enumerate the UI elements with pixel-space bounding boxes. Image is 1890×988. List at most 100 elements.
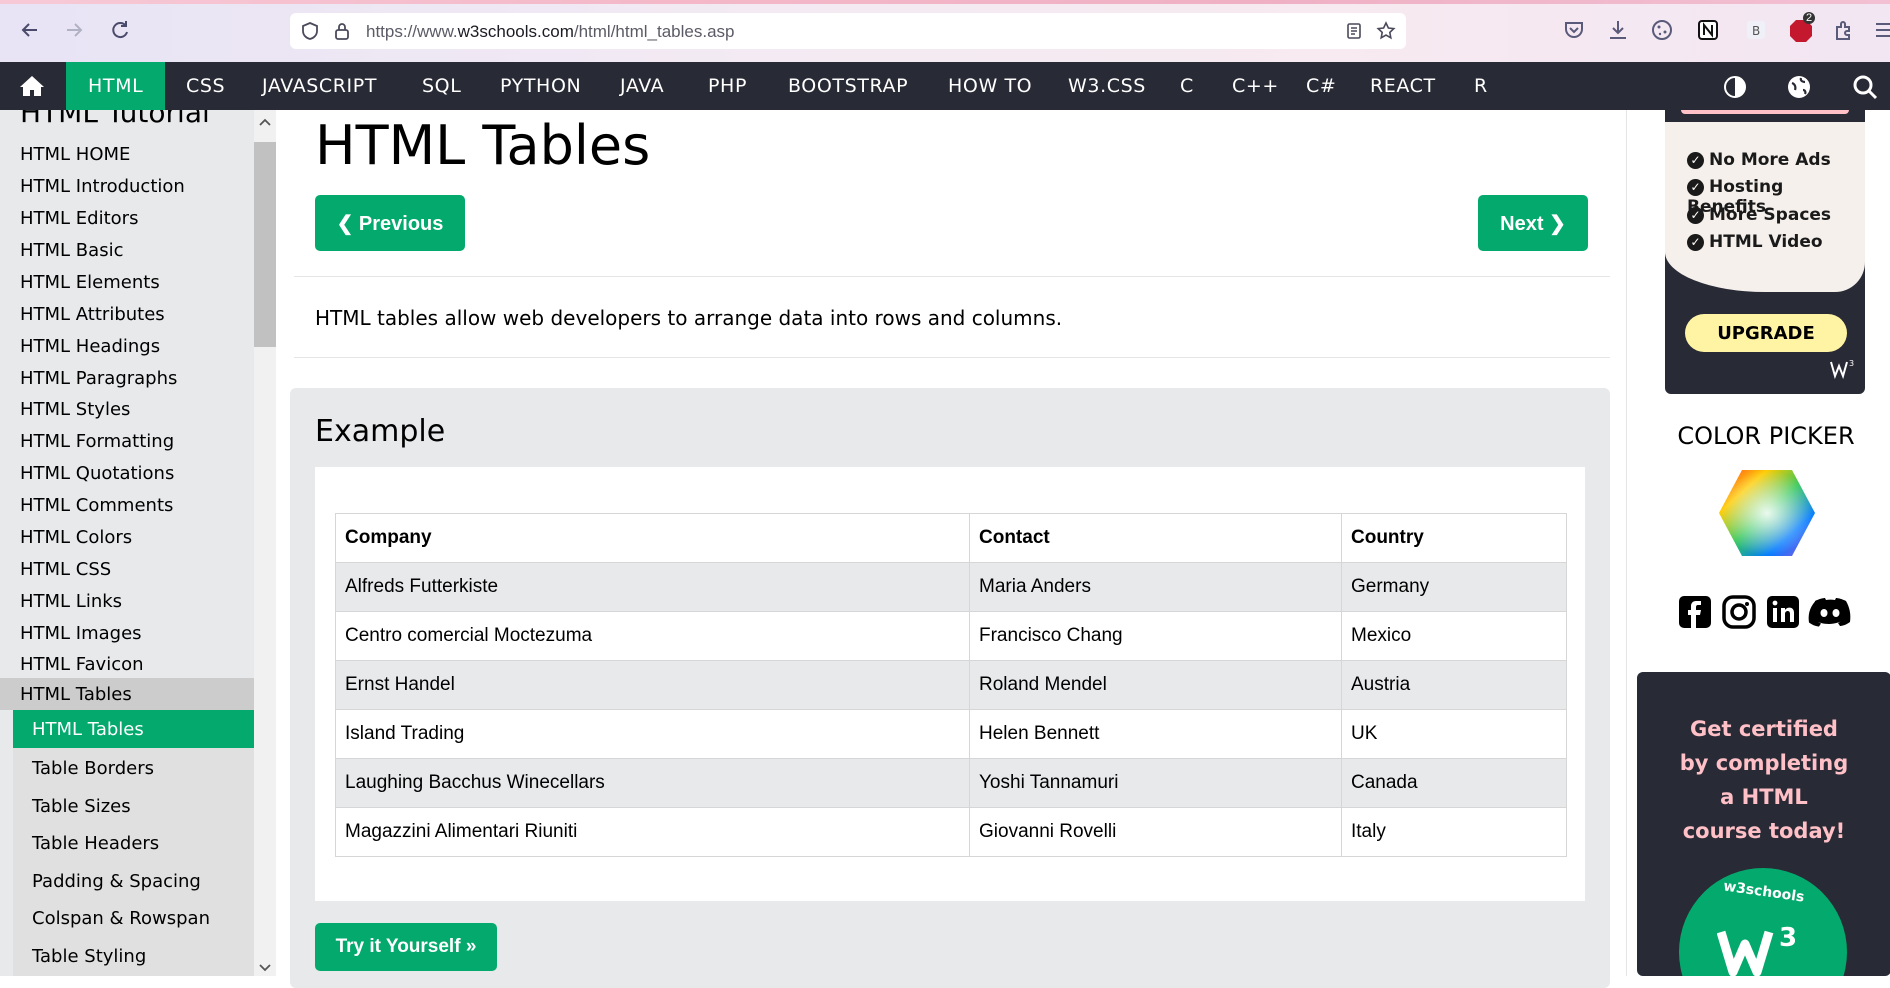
bing-extension-icon[interactable]: B xyxy=(1744,18,1768,42)
certification-ad[interactable]: Get certified by completing a HTML cours… xyxy=(1637,672,1890,976)
search-icon[interactable] xyxy=(1852,74,1878,100)
topnav-howto[interactable]: HOW TO xyxy=(948,62,1032,110)
column-header-company: Company xyxy=(335,513,970,563)
sidebar-subitem-table-headers[interactable]: Table Headers xyxy=(32,833,159,854)
extensions-icon[interactable] xyxy=(1832,18,1856,42)
table-row: Magazzini Alimentari Riuniti Giovanni Ro… xyxy=(335,807,1567,857)
cookie-extension-icon[interactable] xyxy=(1650,18,1674,42)
previous-button[interactable]: ❮ Previous xyxy=(315,195,465,251)
sidebar-item-html-css[interactable]: HTML CSS xyxy=(20,559,111,580)
table-cell: Giovanni Rovelli xyxy=(969,807,1342,857)
svg-text:3: 3 xyxy=(1849,359,1854,368)
pocket-icon[interactable] xyxy=(1562,18,1586,42)
lock-icon[interactable] xyxy=(332,21,352,41)
notion-icon[interactable] xyxy=(1696,18,1720,42)
example-heading: Example xyxy=(315,414,446,449)
facebook-icon[interactable] xyxy=(1677,594,1713,630)
forward-icon[interactable] xyxy=(58,14,90,46)
try-it-yourself-button[interactable]: Try it Yourself » xyxy=(315,923,497,971)
table-cell: Francisco Chang xyxy=(969,611,1342,661)
sidebar-item-html-comments[interactable]: HTML Comments xyxy=(20,495,173,516)
adblock-count-badge: 2 xyxy=(1803,12,1816,24)
column-header-contact: Contact xyxy=(969,513,1342,563)
reload-icon[interactable] xyxy=(104,14,136,46)
table-cell: Mexico xyxy=(1341,611,1567,661)
sidebar-subitem-table-borders[interactable]: Table Borders xyxy=(32,758,154,779)
badge-text: w3schools xyxy=(1722,878,1806,906)
bookmark-star-icon[interactable] xyxy=(1376,21,1396,41)
topnav-r[interactable]: R xyxy=(1474,62,1488,110)
home-icon[interactable] xyxy=(0,62,64,110)
sidebar-item-html-basic[interactable]: HTML Basic xyxy=(20,240,123,261)
topnav-cpp[interactable]: C++ xyxy=(1232,62,1279,110)
topnav-css[interactable]: CSS xyxy=(186,62,225,110)
sidebar-item-html-home[interactable]: HTML HOME xyxy=(20,144,130,165)
topnav-html[interactable]: HTML xyxy=(66,62,166,110)
globe-icon[interactable] xyxy=(1786,74,1812,100)
back-icon[interactable] xyxy=(14,14,46,46)
topnav-w3css[interactable]: W3.CSS xyxy=(1068,62,1146,110)
upgrade-ad[interactable]: No More Ads Hosting Benefits More Spaces… xyxy=(1665,110,1865,394)
w3schools-logo-icon: 3 xyxy=(1829,358,1857,387)
adblock-icon[interactable]: 2 xyxy=(1788,12,1816,42)
sidebar-item-html-introduction[interactable]: HTML Introduction xyxy=(20,176,185,197)
topnav-sql[interactable]: SQL xyxy=(422,62,461,110)
sidebar-group-label: HTML Tables xyxy=(20,684,132,705)
table-row: Ernst Handel Roland Mendel Austria xyxy=(335,660,1567,710)
scroll-down-icon[interactable] xyxy=(259,960,271,978)
table-cell: Italy xyxy=(1341,807,1567,857)
sidebar-scrollbar[interactable] xyxy=(254,110,276,976)
sidebar-subitem-label: HTML Tables xyxy=(32,719,144,740)
url-text: https://www.w3schools.com/html/html_tabl… xyxy=(366,22,735,41)
sidebar-item-html-images[interactable]: HTML Images xyxy=(20,623,142,644)
svg-text:B: B xyxy=(1752,24,1760,38)
sidebar-item-html-styles[interactable]: HTML Styles xyxy=(20,399,130,420)
scroll-up-icon[interactable] xyxy=(259,114,271,132)
sidebar-subitem-html-tables[interactable]: HTML Tables xyxy=(13,710,254,748)
theme-toggle-icon[interactable] xyxy=(1722,74,1748,100)
upgrade-button[interactable]: UPGRADE xyxy=(1685,314,1847,352)
next-button[interactable]: Next ❯ xyxy=(1478,195,1588,251)
table-cell: Ernst Handel xyxy=(335,660,970,710)
topnav-java[interactable]: JAVA xyxy=(620,62,664,110)
cert-line: course today! xyxy=(1682,819,1846,843)
sidebar-item-html-editors[interactable]: HTML Editors xyxy=(20,208,138,229)
sidebar-item-html-favicon[interactable]: HTML Favicon xyxy=(20,654,144,675)
topnav-csharp[interactable]: C# xyxy=(1306,62,1336,110)
topnav-javascript[interactable]: JAVASCRIPT xyxy=(262,62,377,110)
topnav-php[interactable]: PHP xyxy=(708,62,747,110)
linkedin-icon[interactable] xyxy=(1765,594,1801,630)
column-header-country: Country xyxy=(1341,513,1567,563)
sidebar-subitem-padding-spacing[interactable]: Padding & Spacing xyxy=(32,871,201,892)
sidebar-subitem-table-styling[interactable]: Table Styling xyxy=(32,946,146,967)
sidebar-item-html-paragraphs[interactable]: HTML Paragraphs xyxy=(20,368,177,389)
shield-icon[interactable] xyxy=(300,21,320,41)
download-icon[interactable] xyxy=(1606,18,1630,42)
sidebar-item-html-attributes[interactable]: HTML Attributes xyxy=(20,304,165,325)
topnav-python[interactable]: PYTHON xyxy=(500,62,581,110)
color-picker-hexagon-icon[interactable] xyxy=(1717,468,1817,563)
topnav-bootstrap[interactable]: BOOTSTRAP xyxy=(788,62,908,110)
sidebar-item-html-elements[interactable]: HTML Elements xyxy=(20,272,160,293)
divider xyxy=(294,276,1610,277)
sidebar-item-html-colors[interactable]: HTML Colors xyxy=(20,527,132,548)
sidebar-item-html-headings[interactable]: HTML Headings xyxy=(20,336,160,357)
discord-icon[interactable] xyxy=(1807,594,1853,630)
right-sidebar: No More Ads Hosting Benefits More Spaces… xyxy=(1626,110,1890,976)
sidebar-subitem-table-sizes[interactable]: Table Sizes xyxy=(32,796,131,817)
page-title: HTML Tables xyxy=(315,114,651,177)
sidebar-item-html-quotations[interactable]: HTML Quotations xyxy=(20,463,174,484)
topnav-react[interactable]: REACT xyxy=(1370,62,1436,110)
address-bar[interactable]: https://www.w3schools.com/html/html_tabl… xyxy=(290,13,1406,49)
cert-line: Get certified xyxy=(1690,717,1838,741)
sidebar-item-html-formatting[interactable]: HTML Formatting xyxy=(20,431,174,452)
menu-icon[interactable] xyxy=(1874,18,1890,42)
instagram-icon[interactable] xyxy=(1721,594,1757,630)
sidebar-subitem-colspan-rowspan[interactable]: Colspan & Rowspan xyxy=(32,908,210,929)
scrollbar-thumb[interactable] xyxy=(254,142,276,347)
topnav-c[interactable]: C xyxy=(1180,62,1194,110)
sidebar-group-html-tables[interactable]: HTML Tables xyxy=(0,678,254,710)
sidebar-item-html-links[interactable]: HTML Links xyxy=(20,591,122,612)
table-row: Laughing Bacchus Winecellars Yoshi Tanna… xyxy=(335,758,1567,808)
reader-view-icon[interactable] xyxy=(1344,21,1364,41)
